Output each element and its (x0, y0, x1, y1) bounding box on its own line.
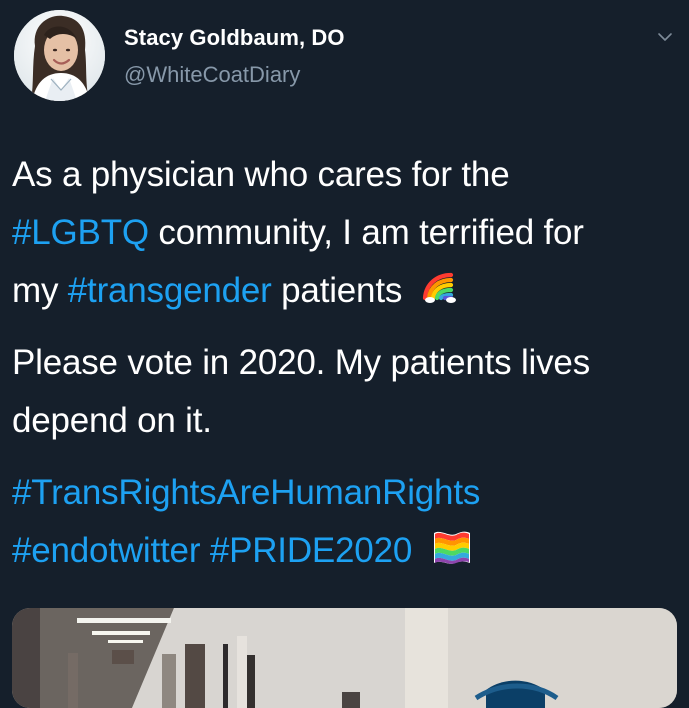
tweet-line-2: #LGBTQ community, I am terrified for (12, 204, 662, 262)
tweet-text-segment: depend on it. (12, 401, 212, 440)
hashtag-transrightsarehumanrights[interactable]: #TransRightsAreHumanRights (12, 473, 480, 512)
tweet-line-6: #TransRightsAreHumanRights (12, 464, 662, 522)
hashtag-endotwitter[interactable]: #endotwitter (12, 531, 200, 570)
tweet-media-image[interactable] (12, 608, 677, 708)
tweet-text-segment: As a physician who cares for the (12, 155, 510, 194)
display-name[interactable]: Stacy Goldbaum, DO (124, 25, 345, 51)
tweet-text-segment: patients (271, 271, 403, 310)
hashtag-lgbtq[interactable]: #LGBTQ (12, 213, 149, 252)
tweet-line-1: As a physician who cares for the (12, 146, 662, 204)
hashtag-transgender[interactable]: #transgender (68, 271, 272, 310)
hashtag-pride2020[interactable]: #PRIDE2020 (210, 531, 412, 570)
tweet-text-segment: Please vote in 2020. My patients lives (12, 343, 591, 382)
tweet-line-5: depend on it. (12, 392, 662, 450)
avatar[interactable] (14, 10, 105, 101)
tweet-line-3: my #transgender patients (12, 262, 662, 320)
tweet-body: As a physician who cares for the #LGBTQ … (12, 146, 662, 580)
tweet-line-4: Please vote in 2020. My patients lives (12, 334, 662, 392)
username-handle[interactable]: @WhiteCoatDiary (124, 62, 300, 88)
pride-flag-emoji (430, 528, 474, 568)
tweet-line-7: #endotwitter #PRIDE2020 (12, 522, 662, 580)
chevron-down-icon[interactable] (656, 28, 674, 46)
rainbow-emoji (420, 267, 460, 307)
tweet-header: Stacy Goldbaum, DO @WhiteCoatDiary (14, 10, 674, 101)
tweet-text-segment: community, I am terrified for (148, 213, 584, 252)
tweet-card: Stacy Goldbaum, DO @WhiteCoatDiary As a … (0, 0, 689, 708)
tweet-text-segment: my (12, 271, 68, 310)
